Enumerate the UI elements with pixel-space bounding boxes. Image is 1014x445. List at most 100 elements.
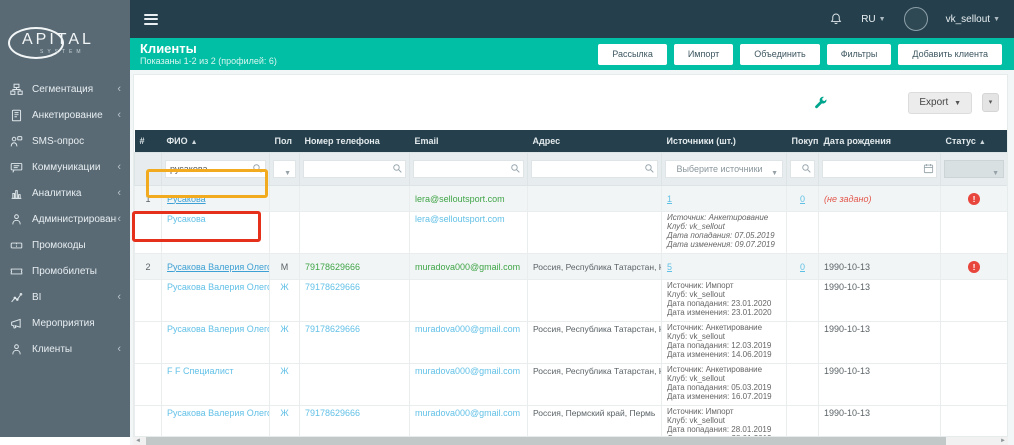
main-area: RU ▼ vk_sellout ▼ Клиенты Показаны 1-2 и…: [130, 0, 1014, 445]
cell-purchases: [786, 321, 819, 364]
source-info-line: Источник: Анкетирование: [667, 365, 763, 374]
cell-gender: [269, 211, 300, 254]
birthdate-value: 1990-10-13: [824, 408, 871, 418]
sidebar-item-label: SMS-опрос: [32, 135, 85, 147]
client-name-link[interactable]: Русакова: [167, 214, 206, 224]
email-value[interactable]: muradova000@gmail.com: [415, 324, 520, 334]
address-value: Россия, Республика Татарстан, Казань: [533, 366, 661, 376]
cell-status: [940, 211, 1007, 254]
horizontal-scrollbar[interactable]: ◄ ►: [133, 437, 1008, 445]
sidebar-item-segmentation[interactable]: Сегментация ‹: [0, 76, 130, 102]
menu-toggle-button[interactable]: [144, 11, 158, 27]
cell-gender: [269, 185, 300, 212]
cell-birthdate: 1990-10-13: [818, 363, 941, 406]
email-value[interactable]: lera@selloutsport.com: [415, 214, 505, 224]
cell-address: Россия, Республика Татарстан, Казань: [527, 321, 662, 364]
client-name-link[interactable]: Русакова Валерия Олеговна: [167, 262, 269, 272]
export-button[interactable]: Export ▼: [908, 91, 972, 114]
column-header-purchases[interactable]: Покупки: [786, 130, 819, 153]
sidebar: APITAL SYSTEM Сегментация ‹ Анкетирование ‹…: [0, 0, 130, 437]
purchases-count-link[interactable]: 0: [800, 194, 805, 204]
cell-sources: Источник: Импорт Клуб: vk_sellout Дата поп…: [661, 405, 787, 436]
phone-value[interactable]: 79178629666: [305, 282, 360, 292]
language-label: RU: [861, 13, 876, 25]
scroll-right-arrow[interactable]: ►: [998, 437, 1008, 445]
column-header-sources[interactable]: Источники (шт.): [661, 130, 787, 153]
phone-value[interactable]: 79178629666: [305, 408, 360, 418]
column-header-address[interactable]: Адрес: [527, 130, 662, 153]
client-name-link[interactable]: Русакова Валерия Олеговна: [167, 324, 269, 334]
cell-sources: Источник: Анкетирование Клуб: vk_sellout Д…: [661, 321, 787, 364]
column-header-phone[interactable]: Номер телефона: [299, 130, 410, 153]
search-icon: [510, 163, 521, 174]
user-menu[interactable]: vk_sellout ▼: [946, 14, 1000, 25]
cell-sources: Источник: Анкетирование Клуб: vk_sellout Д…: [661, 363, 787, 406]
client-name-link[interactable]: Русакова: [167, 194, 206, 204]
phone-value[interactable]: 79178629666: [305, 324, 360, 334]
import-button[interactable]: Импорт: [673, 43, 734, 65]
chevron-collapsed-icon: ‹: [117, 83, 121, 95]
sources-count-link[interactable]: 5: [667, 262, 672, 272]
cell-fio: Русакова: [161, 211, 270, 254]
column-label: Номер телефона: [304, 136, 380, 146]
filters-button[interactable]: Фильтры: [826, 43, 892, 65]
gender-value: Ж: [280, 408, 289, 418]
sidebar-item-promo-tickets[interactable]: Промобилеты: [0, 258, 130, 284]
column-header-email[interactable]: Email: [409, 130, 528, 153]
notifications-bell-icon[interactable]: [829, 12, 843, 26]
sidebar-item-clients[interactable]: Клиенты ‹: [0, 336, 130, 362]
chevron-down-icon: ▼: [992, 170, 999, 177]
sidebar-item-surveys[interactable]: Анкетирование ‹: [0, 102, 130, 128]
source-info-line: Дата попадания: 23.01.2020: [667, 299, 772, 308]
birthdate-value: 1990-10-13: [824, 324, 871, 334]
cell-fio: Русакова Валерия Олеговна: [161, 279, 270, 322]
email-value[interactable]: muradova000@gmail.com: [415, 408, 520, 418]
filter-fio-input[interactable]: [165, 160, 266, 178]
scrollbar-thumb[interactable]: [146, 437, 946, 445]
filter-sources-select[interactable]: Выберите источники ▼: [665, 160, 783, 178]
source-info-block: Источник: Анкетирование Клуб: vk_sellout Д…: [667, 366, 781, 401]
wrench-settings-icon[interactable]: [813, 95, 828, 110]
sidebar-item-sms-poll[interactable]: SMS-опрос: [0, 128, 130, 154]
client-name-link[interactable]: Русакова Валерия Олеговна: [167, 282, 269, 292]
email-value[interactable]: muradova000@gmail.com: [415, 366, 520, 376]
export-options-button[interactable]: ▾: [982, 93, 999, 112]
column-header-fio[interactable]: ФИО ▲: [161, 130, 270, 153]
sidebar-item-events[interactable]: Мероприятия: [0, 310, 130, 336]
source-info-line: Источник: Импорт: [667, 407, 734, 416]
filter-birthdate-input[interactable]: [822, 160, 937, 178]
filter-phone-input[interactable]: [303, 160, 406, 178]
purchases-count-link[interactable]: 0: [800, 262, 805, 272]
sidebar-item-communications[interactable]: Коммуникации ‹: [0, 154, 130, 180]
add-client-button[interactable]: Добавить клиента: [898, 43, 1002, 65]
sidebar-item-analytics[interactable]: Аналитика ‹: [0, 180, 130, 206]
column-header-num[interactable]: #: [134, 130, 162, 153]
language-selector[interactable]: RU ▼: [861, 14, 885, 25]
filter-status-select[interactable]: ▼: [944, 160, 1004, 178]
client-name-link[interactable]: Русакова Валерия Олеговна: [167, 408, 269, 418]
cell-email: lera@selloutsport.com: [409, 185, 528, 212]
sidebar-item-administration[interactable]: Администрирование‹: [0, 206, 130, 232]
cell-sources: 1: [661, 185, 787, 212]
scroll-left-arrow[interactable]: ◄: [133, 437, 143, 445]
filter-gender-select[interactable]: ▼: [273, 160, 296, 178]
birthdate-value: 1990-10-13: [824, 366, 871, 376]
cell-status: [940, 363, 1007, 406]
mailing-button[interactable]: Рассылка: [598, 43, 667, 65]
merge-button[interactable]: Объединить: [740, 43, 820, 65]
filter-address-input[interactable]: [531, 160, 658, 178]
filter-email-input[interactable]: [413, 160, 524, 178]
column-header-birthdate[interactable]: Дата рождения: [818, 130, 941, 153]
sidebar-item-promocodes[interactable]: Промокоды: [0, 232, 130, 258]
chevron-collapsed-icon: ‹: [117, 343, 121, 355]
column-header-status[interactable]: Статус ▲: [940, 130, 1007, 153]
column-header-gender[interactable]: Пол: [269, 130, 300, 153]
sidebar-item-bi[interactable]: BI ‹: [0, 284, 130, 310]
communications-icon: [10, 161, 23, 174]
cell-address: [527, 211, 662, 254]
page-title: Клиенты: [140, 41, 197, 56]
sources-count-link[interactable]: 1: [667, 194, 672, 204]
client-name-link[interactable]: F F Специалист: [167, 366, 233, 376]
user-avatar[interactable]: [903, 7, 928, 31]
source-info-block: Источник: Анкетирование Клуб: vk_sellout Д…: [667, 214, 781, 249]
